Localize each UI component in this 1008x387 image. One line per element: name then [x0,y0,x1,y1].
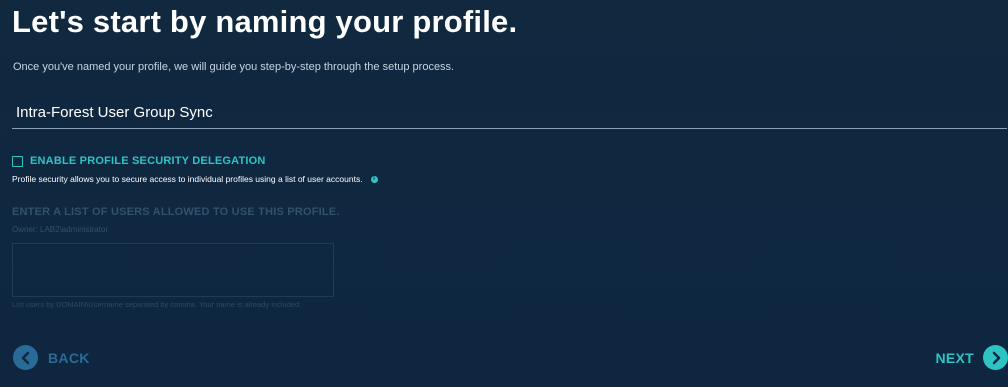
profile-setup-page: Let's start by naming your profile. Once… [0,0,1008,387]
checkbox-box[interactable] [12,155,23,167]
next-label[interactable]: NEXT [935,350,974,366]
profile-name-input[interactable] [16,104,996,121]
back-label[interactable]: BACK [48,350,90,366]
profile-name-field[interactable] [12,100,1007,129]
allowed-users-textarea[interactable] [12,243,334,297]
info-icon[interactable]: i [370,175,378,183]
enable-security-delegation-checkbox[interactable]: ENABLE PROFILE SECURITY DELEGATION [12,155,266,167]
page-subtitle: Once you've named your profile, we will … [13,61,455,73]
back-button[interactable]: BACK [13,345,90,370]
owner-text: Owner: LAB2\administrator [12,225,109,234]
security-help-text: Profile security allows you to secure ac… [12,174,363,184]
page-title: Let's start by naming your profile. [12,4,518,39]
allowed-users-heading: ENTER A LIST OF USERS ALLOWED TO USE THI… [12,206,340,218]
chevron-right-icon[interactable] [983,345,1008,370]
allowed-users-hint: List users by DOMAIN\Username separated … [12,300,302,309]
next-button[interactable]: NEXT [935,345,1008,370]
security-help-text-row: Profile security allows you to secure ac… [12,174,378,184]
chevron-left-icon[interactable] [13,345,38,370]
checkbox-label[interactable]: ENABLE PROFILE SECURITY DELEGATION [30,155,266,167]
